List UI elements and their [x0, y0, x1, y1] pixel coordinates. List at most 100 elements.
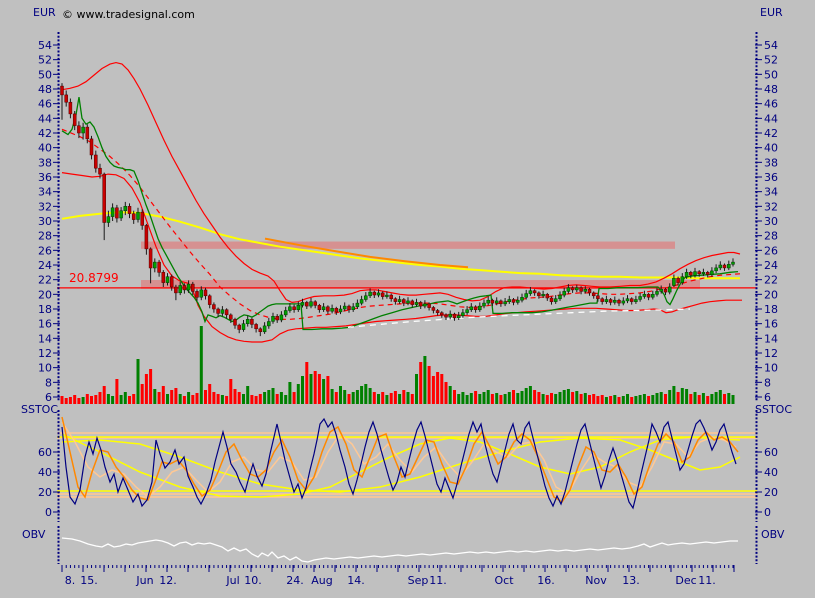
xaxis-date-label: 8.: [65, 574, 76, 587]
volume-bar: [212, 392, 215, 404]
candle-body: [668, 287, 671, 292]
volume-bar: [698, 395, 701, 404]
volume-bar: [377, 394, 380, 404]
volume-bar: [694, 392, 697, 404]
sstoc-tick-label-right: 0: [764, 506, 771, 519]
candle-body: [145, 225, 148, 249]
candle-body: [521, 297, 524, 300]
candle-body: [727, 264, 730, 268]
volume-bar: [681, 388, 684, 404]
candle-body: [537, 293, 540, 296]
volume-bar: [360, 386, 363, 404]
candle-body: [478, 306, 481, 310]
price-tick-label-left: 20: [38, 288, 52, 301]
volume-bar: [284, 395, 287, 404]
obv-panel-label-left: OBV: [22, 529, 45, 540]
volume-bars: [61, 326, 735, 404]
volume-bar: [461, 392, 464, 404]
volume-bar: [137, 359, 140, 404]
volume-bar: [107, 394, 110, 404]
xaxis-date-label: Oct: [494, 574, 514, 587]
candle-body: [377, 293, 380, 295]
xaxis-date-label: Dec: [675, 574, 696, 587]
volume-bar: [596, 396, 599, 404]
price-tick-label-right: 46: [764, 98, 778, 111]
sstoc-panel-label-left: SSTOC: [21, 404, 58, 415]
candle-body: [225, 310, 228, 315]
volume-bar: [86, 394, 89, 404]
volume-bar: [550, 393, 553, 404]
volume-bar: [402, 390, 405, 404]
candle-body: [234, 319, 237, 325]
sstoc-tick-label-left: 60: [38, 446, 52, 459]
candle-body: [369, 292, 372, 296]
volume-bar: [369, 388, 372, 404]
candle-body: [694, 272, 697, 276]
volume-bar: [588, 395, 591, 404]
volume-bar: [592, 394, 595, 404]
left-axis-unit-label: EUR: [33, 7, 56, 18]
price-tick-label-right: 14: [764, 332, 778, 345]
volume-bar: [571, 392, 574, 404]
mid-ma-dashed-line: [62, 129, 740, 319]
volume-bar: [508, 392, 511, 404]
volume-bar: [200, 326, 203, 404]
price-tick-label-right: 38: [764, 156, 778, 169]
volume-bar: [466, 395, 469, 404]
volume-bar: [310, 374, 313, 404]
volume-bar: [183, 396, 186, 404]
candle-body: [487, 300, 490, 303]
volume-bar: [436, 372, 439, 404]
volume-bar: [601, 395, 604, 404]
candle-body: [681, 277, 684, 283]
price-tick-label-right: 28: [764, 230, 778, 243]
volume-bar: [331, 389, 334, 404]
price-tick-label-right: 26: [764, 244, 778, 257]
price-tick-label-right: 22: [764, 274, 778, 287]
volume-bar: [499, 395, 502, 404]
volume-bar: [301, 376, 304, 404]
volume-bar: [288, 382, 291, 404]
candle-body: [120, 211, 123, 218]
volume-bar: [474, 391, 477, 404]
sstoc-tick-label-right: 20: [764, 486, 778, 499]
price-tick-label-left: 38: [38, 156, 52, 169]
volume-bar: [546, 395, 549, 404]
sstoc-tick-label-left: 0: [45, 506, 52, 519]
volume-bar: [478, 394, 481, 404]
sstoc-panel-label-right: SSTOC: [755, 404, 792, 415]
candle-body: [326, 307, 329, 311]
candle-body: [436, 311, 439, 313]
price-tick-label-left: 32: [38, 200, 52, 213]
volume-bar: [542, 394, 545, 404]
volume-bar: [559, 392, 562, 404]
candle-body: [407, 301, 410, 303]
candle-body: [508, 300, 511, 302]
candle-body: [301, 302, 304, 305]
volume-bar: [563, 390, 566, 404]
price-tick-label-left: 50: [38, 68, 52, 81]
price-tick-label-left: 8: [45, 376, 52, 389]
volume-bar: [639, 395, 642, 404]
candle-body: [618, 300, 621, 303]
xaxis-date-label: Sep: [408, 574, 429, 587]
candle-body: [170, 277, 173, 287]
volume-bar: [174, 388, 177, 404]
volume-bar: [504, 394, 507, 404]
xaxis-date-label: 11.: [698, 574, 716, 587]
price-tick-label-left: 22: [38, 274, 52, 287]
xaxis-date-label: 14.: [347, 574, 365, 587]
volume-bar: [533, 390, 536, 404]
candle-body: [411, 301, 414, 305]
volume-bar: [487, 390, 490, 404]
volume-bar: [656, 393, 659, 404]
price-chart-canvas[interactable]: 5454525250504848464644444242404038383636…: [0, 0, 815, 598]
candle-body: [732, 262, 735, 264]
volume-bar: [170, 390, 173, 404]
volume-bar: [229, 379, 232, 404]
candle-body: [402, 300, 405, 304]
trading-chart-window: 5454525250504848464644444242404038383636…: [0, 0, 815, 598]
price-tick-label-left: 48: [38, 83, 52, 96]
volume-bar: [567, 389, 570, 404]
volume-bar: [495, 393, 498, 404]
